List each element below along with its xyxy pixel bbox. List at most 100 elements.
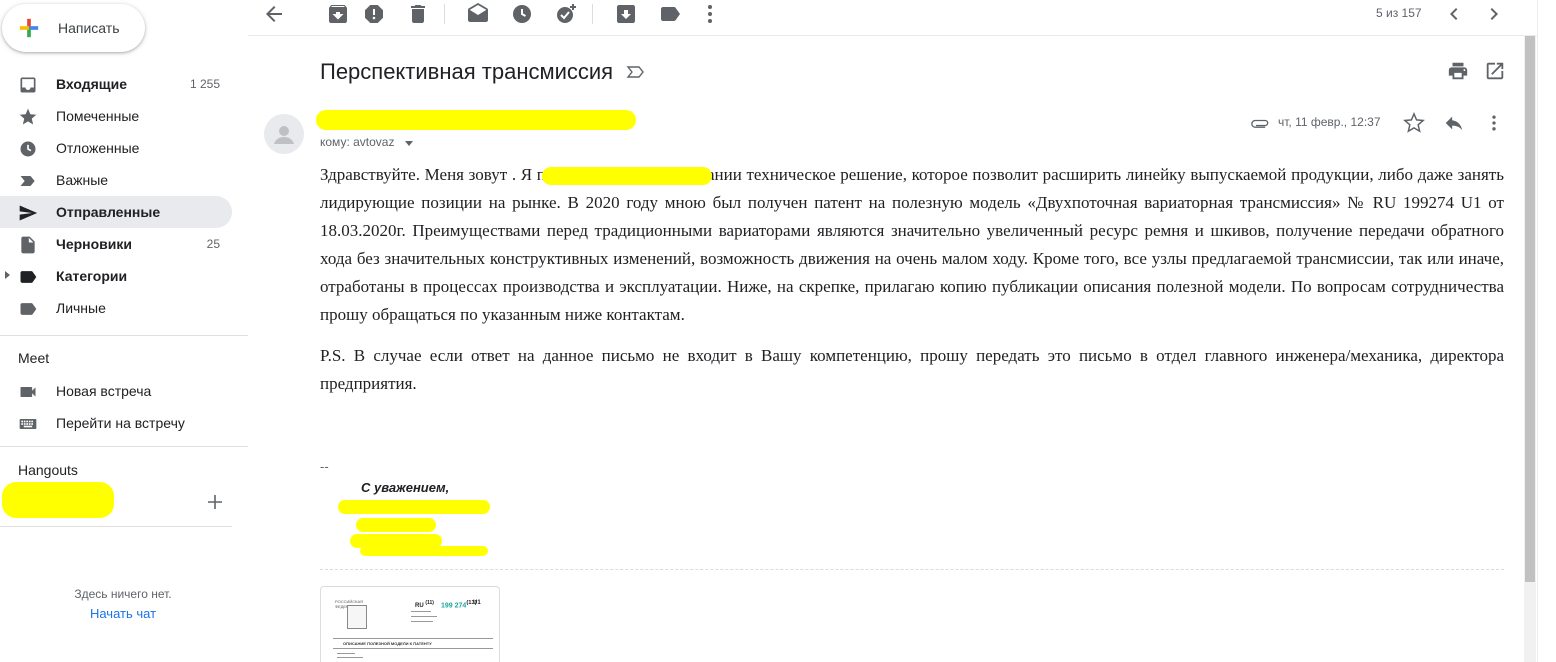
nav-label: Черновики: [56, 236, 133, 252]
message-body: Здравствуйте. Меня зовут . Я предлагаю В…: [320, 161, 1504, 411]
nav-item-drafts[interactable]: Черновики 25: [0, 228, 232, 260]
chevron-right-icon[interactable]: [1482, 2, 1506, 26]
nav-item-categories[interactable]: Категории: [0, 260, 232, 292]
nav-item-sent[interactable]: Отправленные: [0, 196, 232, 228]
attachment-line: [411, 621, 433, 622]
archive-icon[interactable]: [326, 2, 350, 26]
move-to-icon[interactable]: [614, 2, 638, 26]
attachment-line: [411, 611, 431, 612]
draft-icon: [21, 236, 35, 254]
nav-item-inbox[interactable]: Входящие 1 255: [0, 68, 232, 100]
nav-item-important[interactable]: Важные: [0, 164, 232, 196]
divider: [0, 446, 248, 447]
nav-count: 1 255: [189, 77, 220, 91]
scrollbar-thumb[interactable]: [1525, 36, 1535, 582]
message-paragraph: Здравствуйте. Меня зовут . Я предлагаю В…: [320, 165, 1504, 324]
attachments-divider: [320, 569, 1504, 570]
number-text: 199 274: [441, 602, 467, 610]
signature-separator: --: [320, 459, 329, 474]
attachment-line: [333, 648, 493, 649]
expand-caret-icon[interactable]: [5, 271, 10, 279]
attachment-line: [337, 657, 363, 658]
compose-button[interactable]: Написать: [2, 4, 145, 52]
nav-label: Категории: [56, 268, 128, 284]
label-icon: [20, 271, 37, 283]
send-icon: [19, 205, 38, 221]
attachment-thumbnail[interactable]: РОССИЙСКАЯ ФЕДЕРАЦИЯ RU (11) 199 274(13)…: [320, 586, 500, 662]
redacted-sender: [316, 110, 636, 130]
clock-icon: [20, 141, 36, 157]
nav-label: Важные: [56, 172, 109, 188]
attachment-kind: U1: [473, 600, 481, 606]
add-task-icon[interactable]: [554, 2, 578, 26]
attachment-line: [337, 653, 355, 654]
importance-marker-icon[interactable]: [626, 63, 646, 81]
star-icon: [19, 108, 37, 125]
attachment-line: [411, 616, 437, 617]
label-icon: [20, 303, 37, 315]
divider: [0, 335, 248, 336]
ru-text: RU: [415, 603, 424, 609]
print-icon[interactable]: [1447, 60, 1469, 82]
redacted-name: [542, 167, 712, 185]
attachment-ru: RU (11): [415, 600, 434, 609]
delete-icon[interactable]: [406, 2, 430, 26]
paperclip-icon: [1251, 119, 1269, 128]
empty-text: Здесь ничего нет.: [74, 587, 172, 601]
new-meeting-button[interactable]: Новая встреча: [0, 375, 232, 407]
ru-sup: (11): [425, 600, 434, 606]
redacted-user: [2, 482, 114, 518]
nav-item-personal[interactable]: Личные: [0, 292, 232, 324]
inbox-icon: [20, 77, 36, 93]
message-subject: Перспективная трансмиссия: [320, 59, 614, 84]
chevron-left-icon[interactable]: [1442, 2, 1466, 26]
side-panel-edge: [1537, 0, 1556, 662]
nav-count: 25: [206, 237, 220, 251]
more-vert-icon[interactable]: [1484, 112, 1504, 134]
snooze-clock-icon[interactable]: [510, 2, 534, 26]
avatar[interactable]: [264, 114, 304, 154]
attachment-line: [333, 638, 493, 639]
redacted-signature: [356, 518, 436, 532]
start-chat-link[interactable]: Начать чат: [0, 606, 246, 621]
redacted-signature: [338, 500, 490, 514]
separator: [592, 4, 593, 24]
more-vert-icon[interactable]: [698, 2, 722, 26]
reply-icon[interactable]: [1442, 112, 1466, 134]
meet-title: Meet: [18, 350, 50, 366]
message-date: чт, 11 февр., 12:37: [1278, 115, 1381, 129]
important-icon: [20, 176, 35, 186]
toolbar: 5 из 157: [248, 0, 1538, 36]
nav-label: Помеченные: [56, 108, 140, 124]
label-icon[interactable]: [658, 2, 682, 26]
nav-label: Отправленные: [56, 204, 161, 220]
open-in-new-icon[interactable]: [1484, 60, 1506, 82]
join-meeting-button[interactable]: Перейти на встречу: [0, 407, 232, 439]
nav-item-snoozed[interactable]: Отложенные: [0, 132, 232, 164]
divider: [0, 526, 232, 527]
sidebar: Написать Входящие 1 255 Помеченные Отлож…: [0, 0, 248, 662]
chevron-down-icon[interactable]: [405, 141, 413, 146]
report-spam-icon[interactable]: [362, 2, 386, 26]
recipient-line: кому: avtovaz: [320, 135, 395, 149]
new-meeting-label: Новая встреча: [56, 383, 152, 399]
add-icon[interactable]: [205, 492, 225, 512]
star-icon[interactable]: [1403, 112, 1425, 134]
nav-item-starred[interactable]: Помеченные: [0, 100, 232, 132]
compose-label: Написать: [58, 20, 120, 36]
redacted-signature: [360, 546, 488, 556]
join-meeting-label: Перейти на встречу: [56, 415, 185, 431]
nav-list: Входящие 1 255 Помеченные Отложенные Важ…: [0, 68, 232, 324]
hangouts-title: Hangouts: [18, 462, 78, 478]
page-count: 5 из 157: [1376, 6, 1422, 20]
person-icon: [274, 126, 294, 144]
message-paragraph: P.S. В случае если ответ на данное письм…: [320, 346, 1504, 393]
signature-regards: С уважением,: [361, 480, 450, 495]
keyboard-icon: [19, 419, 37, 429]
nav-label: Входящие: [56, 76, 127, 92]
attachment-title: ОПИСАНИЕ ПОЛЕЗНОЙ МОДЕЛИ К ПАТЕНТУ: [343, 641, 432, 646]
mark-unread-icon[interactable]: [466, 2, 490, 26]
back-arrow-icon[interactable]: [262, 2, 286, 26]
plus-icon: [19, 18, 39, 38]
coat-of-arms-icon: [347, 605, 367, 629]
